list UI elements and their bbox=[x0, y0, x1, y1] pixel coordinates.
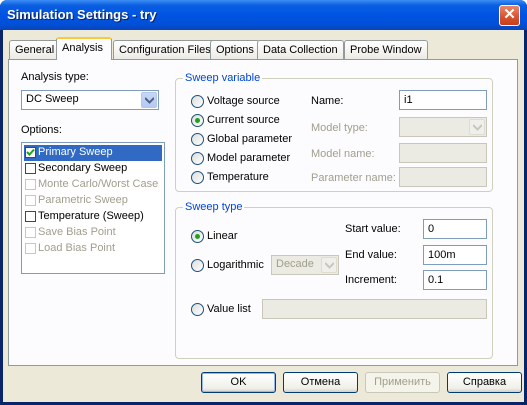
help-button[interactable]: Справка bbox=[447, 372, 522, 393]
window-title: Simulation Settings - try bbox=[7, 7, 157, 22]
list-item-label: Save Bias Point bbox=[38, 226, 116, 238]
start-value-input[interactable] bbox=[423, 219, 487, 239]
sweep-variable-radio-label: Voltage source bbox=[207, 95, 280, 107]
parameter-name-label: Parameter name: bbox=[311, 172, 396, 184]
log-scale-select[interactable]: Decade bbox=[271, 255, 339, 275]
checkbox-icon[interactable] bbox=[25, 179, 36, 190]
checkbox-icon[interactable] bbox=[25, 243, 36, 254]
tab-label: Configuration Files bbox=[119, 44, 211, 56]
list-item[interactable]: Secondary Sweep bbox=[24, 161, 162, 177]
name-label: Name: bbox=[311, 95, 344, 107]
tab-label: Analysis bbox=[62, 42, 103, 54]
logarithmic-radio[interactable] bbox=[191, 259, 204, 272]
sweep-variable-radio[interactable] bbox=[191, 114, 204, 127]
tab-probe-window[interactable]: Probe Window bbox=[344, 40, 428, 59]
chevron-down-icon bbox=[321, 257, 337, 273]
ok-label: OK bbox=[230, 376, 247, 388]
close-button[interactable]: ✕ bbox=[499, 5, 520, 26]
parameter-name-input[interactable] bbox=[399, 167, 487, 187]
tab-label: Data Collection bbox=[263, 44, 338, 56]
ok-button[interactable]: OK bbox=[201, 372, 276, 393]
checkbox-icon[interactable] bbox=[25, 163, 36, 174]
checkbox-icon[interactable] bbox=[25, 211, 36, 222]
apply-button[interactable]: Применить bbox=[365, 372, 440, 393]
analysis-type-value: DC Sweep bbox=[26, 93, 79, 105]
list-item-label: Temperature (Sweep) bbox=[38, 210, 144, 222]
sweep-variable-radio-label: Current source bbox=[207, 114, 280, 126]
analysis-tab-panel: Analysis type: DC Sweep Options: Primary… bbox=[8, 59, 518, 366]
model-type-select[interactable] bbox=[399, 117, 487, 137]
cancel-button[interactable]: Отмена bbox=[283, 372, 358, 393]
model-name-label: Model name: bbox=[311, 148, 375, 160]
sweep-variable-radio-label: Temperature bbox=[207, 171, 269, 183]
end-value-label: End value: bbox=[345, 249, 397, 261]
model-name-input[interactable] bbox=[399, 143, 487, 163]
end-value-input[interactable] bbox=[423, 245, 487, 265]
analysis-type-label: Analysis type: bbox=[21, 71, 89, 83]
logarithmic-label: Logarithmic bbox=[207, 259, 264, 271]
name-input[interactable] bbox=[399, 90, 487, 110]
apply-label: Применить bbox=[374, 376, 431, 388]
sweep-variable-radio[interactable] bbox=[191, 152, 204, 165]
tab-options[interactable]: Options bbox=[210, 40, 260, 59]
list-item-label: Parametric Sweep bbox=[38, 194, 128, 206]
checkbox-checked-icon[interactable] bbox=[25, 147, 36, 158]
sweep-variable-radio-label: Model parameter bbox=[207, 152, 291, 164]
tab-label: General bbox=[15, 44, 55, 56]
value-list-input[interactable] bbox=[262, 299, 487, 319]
list-item-label: Primary Sweep bbox=[38, 146, 113, 158]
analysis-type-select[interactable]: DC Sweep bbox=[21, 90, 159, 110]
linear-radio[interactable] bbox=[191, 230, 204, 243]
options-label: Options: bbox=[21, 124, 62, 136]
list-item[interactable]: Primary Sweep bbox=[24, 145, 162, 161]
sweep-variable-title: Sweep variable bbox=[183, 72, 263, 84]
increment-input[interactable] bbox=[423, 270, 487, 290]
list-item-label: Monte Carlo/Worst Case bbox=[38, 178, 159, 190]
list-item[interactable]: Monte Carlo/Worst Case bbox=[24, 177, 162, 193]
sweep-variable-radio[interactable] bbox=[191, 133, 204, 146]
dialog-client-area: General Analysis Configuration Files Opt… bbox=[3, 30, 524, 402]
value-list-radio[interactable] bbox=[191, 303, 204, 316]
checkbox-icon[interactable] bbox=[25, 227, 36, 238]
list-item[interactable]: Load Bias Point bbox=[24, 241, 162, 257]
chevron-down-icon bbox=[469, 119, 485, 135]
chevron-down-icon[interactable] bbox=[141, 92, 157, 108]
tab-analysis[interactable]: Analysis bbox=[56, 37, 112, 60]
simulation-settings-window: Simulation Settings - try ✕ General Anal… bbox=[0, 0, 527, 405]
model-type-label: Model type: bbox=[311, 122, 368, 134]
list-item[interactable]: Temperature (Sweep) bbox=[24, 209, 162, 225]
tab-label: Options bbox=[216, 44, 254, 56]
start-value-label: Start value: bbox=[345, 223, 401, 235]
sweep-variable-radio-label: Global parameter bbox=[207, 133, 292, 145]
tab-data-collection[interactable]: Data Collection bbox=[257, 40, 344, 59]
log-scale-value: Decade bbox=[276, 258, 314, 270]
increment-label: Increment: bbox=[345, 274, 397, 286]
sweep-type-title: Sweep type bbox=[183, 201, 245, 213]
linear-label: Linear bbox=[207, 230, 238, 242]
cancel-label: Отмена bbox=[300, 376, 341, 388]
tab-label: Probe Window bbox=[350, 44, 422, 56]
checkbox-icon[interactable] bbox=[25, 195, 36, 206]
title-bar[interactable]: Simulation Settings - try ✕ bbox=[0, 0, 527, 30]
list-item-label: Secondary Sweep bbox=[38, 162, 128, 174]
tab-general[interactable]: General bbox=[9, 40, 61, 59]
help-label: Справка bbox=[462, 376, 507, 388]
options-list[interactable]: Primary Sweep Secondary Sweep Monte Carlo/… bbox=[21, 142, 165, 274]
list-item-label: Load Bias Point bbox=[38, 242, 116, 254]
tab-configuration-files[interactable]: Configuration Files bbox=[113, 40, 217, 59]
list-item[interactable]: Parametric Sweep bbox=[24, 193, 162, 209]
value-list-label: Value list bbox=[207, 303, 251, 315]
close-icon: ✕ bbox=[503, 6, 516, 23]
sweep-variable-radio[interactable] bbox=[191, 171, 204, 184]
list-item[interactable]: Save Bias Point bbox=[24, 225, 162, 241]
sweep-variable-radio[interactable] bbox=[191, 95, 204, 108]
